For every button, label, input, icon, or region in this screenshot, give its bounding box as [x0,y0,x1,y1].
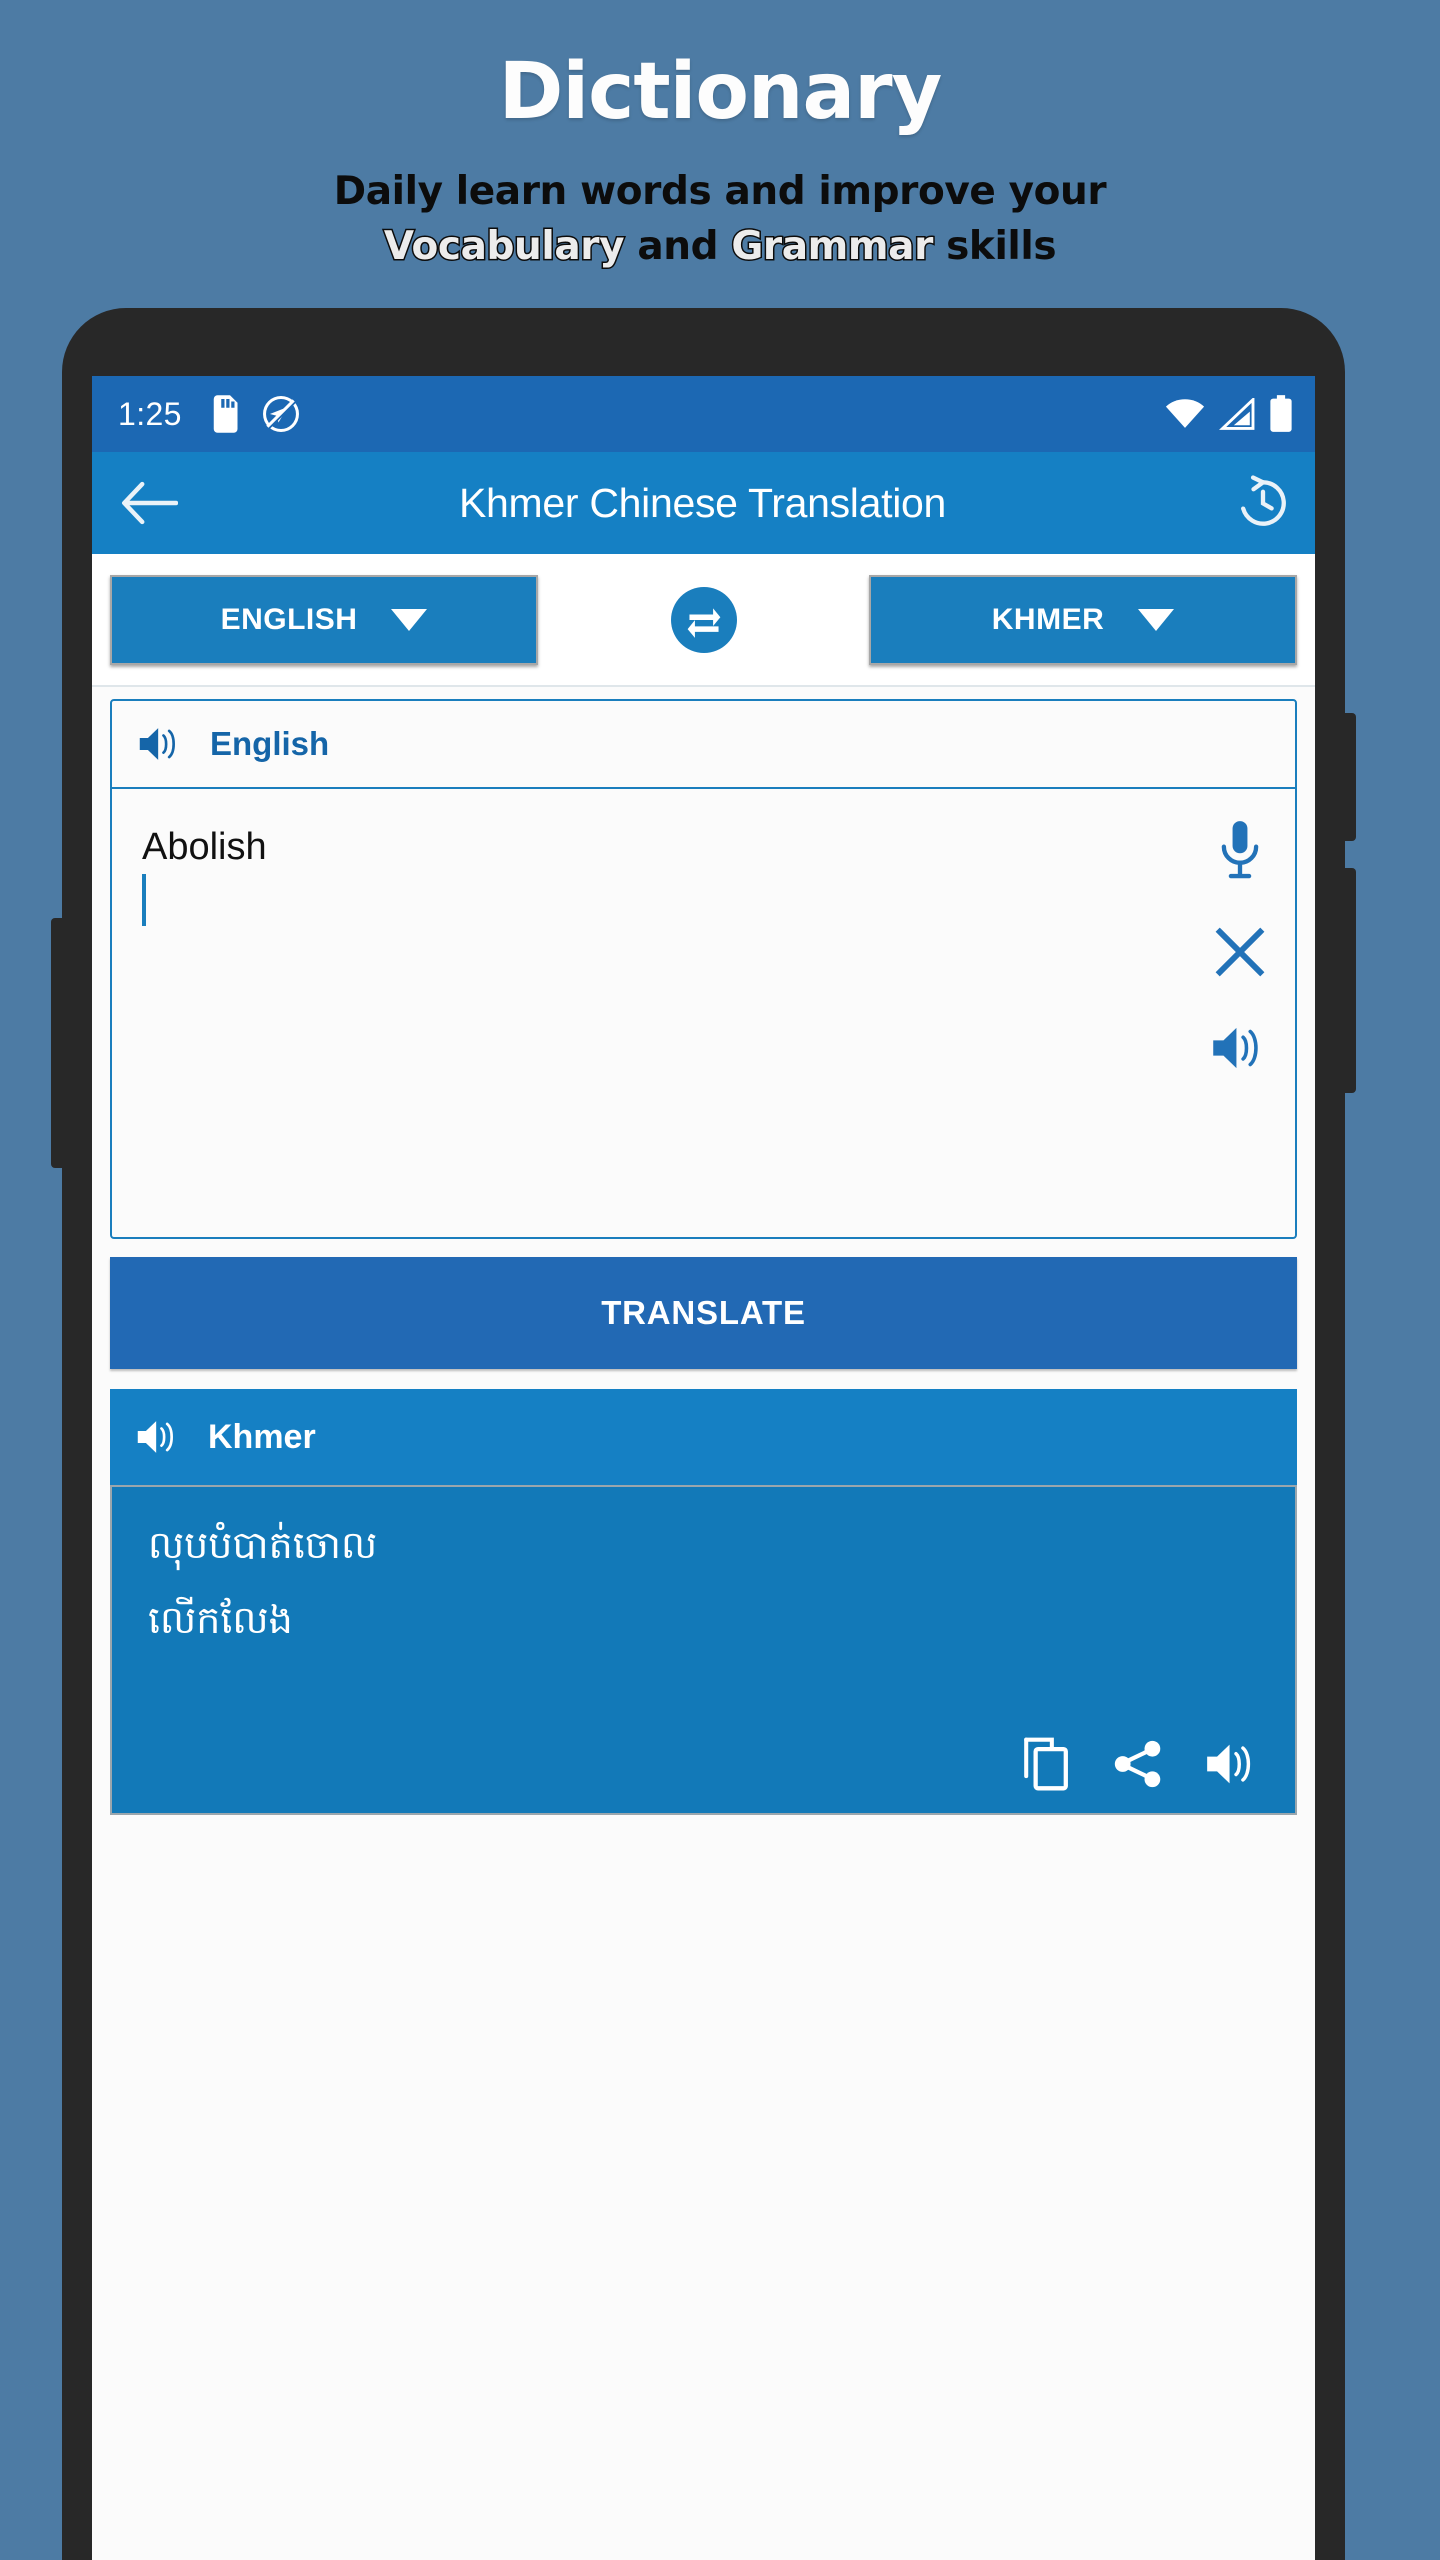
promo-header: Dictionary Daily learn words and improve… [0,0,1440,275]
swap-languages-container [538,586,869,653]
device-power-button[interactable] [1342,713,1356,841]
text-cursor [142,873,146,926]
source-text-input[interactable]: Abolish [112,789,1295,1237]
promo-and-word: and [637,224,719,270]
status-bar: 1:25 [92,376,1315,452]
device-volume-button[interactable] [1342,868,1356,1093]
translation-line: លើកលែង [148,1597,293,1642]
page-title: Dictionary [498,47,943,137]
clear-icon[interactable] [1213,925,1267,979]
source-language-label: ENGLISH [220,602,358,636]
source-text-value: Abolish [142,826,267,868]
battery-icon [1269,395,1293,433]
speaker-icon[interactable] [138,724,184,764]
swap-horizontal-icon[interactable] [670,586,737,653]
status-right-icons [1165,395,1293,433]
status-clock: 1:25 [118,395,182,432]
promo-skills-word: skills [946,224,1057,270]
translation-line: លុបបំបាត់ចោល [148,1523,378,1567]
translate-button[interactable]: TRANSLATE [110,1257,1297,1369]
source-card-actions [1211,819,1269,1073]
main-content: English Abolish TRANSLATE Khmer លុបបំបាត… [92,687,1315,1815]
wifi-icon [1165,398,1205,430]
device-left-button[interactable] [51,918,65,1168]
source-card-header: English [112,701,1295,789]
target-card-label: Khmer [208,1417,316,1456]
target-card-header: Khmer [110,1389,1297,1485]
speaker-icon[interactable] [1211,1023,1269,1073]
app-bar-title: Khmer Chinese Translation [458,479,947,526]
promo-subtitle: Daily learn words and improve your Vocab… [0,164,1440,275]
phone-device-frame: 1:25 Khmer Chinese Translation ENGLISH K… [51,308,1356,2560]
target-card-actions [1021,1737,1261,1791]
promo-subtitle-line-1: Daily learn words and improve your [333,168,1107,214]
target-language-label: KHMER [991,602,1105,636]
target-text-card: Khmer លុបបំបាត់ចោល លើកលែង [110,1389,1297,1815]
promo-subtitle-line-2: Vocabulary and Grammar skills [0,219,1440,274]
promo-highlight-vocabulary: Vocabulary [382,223,626,271]
target-text-output: លុបបំបាត់ចោល លើកលែង [110,1485,1297,1815]
language-bar: ENGLISH KHMER [92,554,1315,687]
history-icon[interactable] [1235,475,1291,531]
cell-signal-icon [1219,398,1255,430]
source-text-card: English Abolish [110,699,1297,1239]
speaker-icon[interactable] [136,1417,182,1457]
mic-icon[interactable] [1214,819,1266,881]
source-language-dropdown[interactable]: ENGLISH [110,574,538,665]
promo-highlight-grammar: Grammar [730,223,935,271]
chevron-down-icon [1138,608,1175,631]
sdcard-icon [210,395,240,433]
status-left-icons [210,395,300,433]
share-icon[interactable] [1111,1737,1165,1791]
speaker-icon[interactable] [1205,1740,1261,1788]
source-card-label: English [210,725,330,762]
location-off-icon [262,395,300,433]
app-bar: Khmer Chinese Translation [92,452,1315,554]
phone-screen: 1:25 Khmer Chinese Translation ENGLISH K… [92,376,1315,2560]
target-language-dropdown[interactable]: KHMER [869,574,1297,665]
chevron-down-icon [391,608,428,631]
copy-icon[interactable] [1021,1737,1071,1791]
